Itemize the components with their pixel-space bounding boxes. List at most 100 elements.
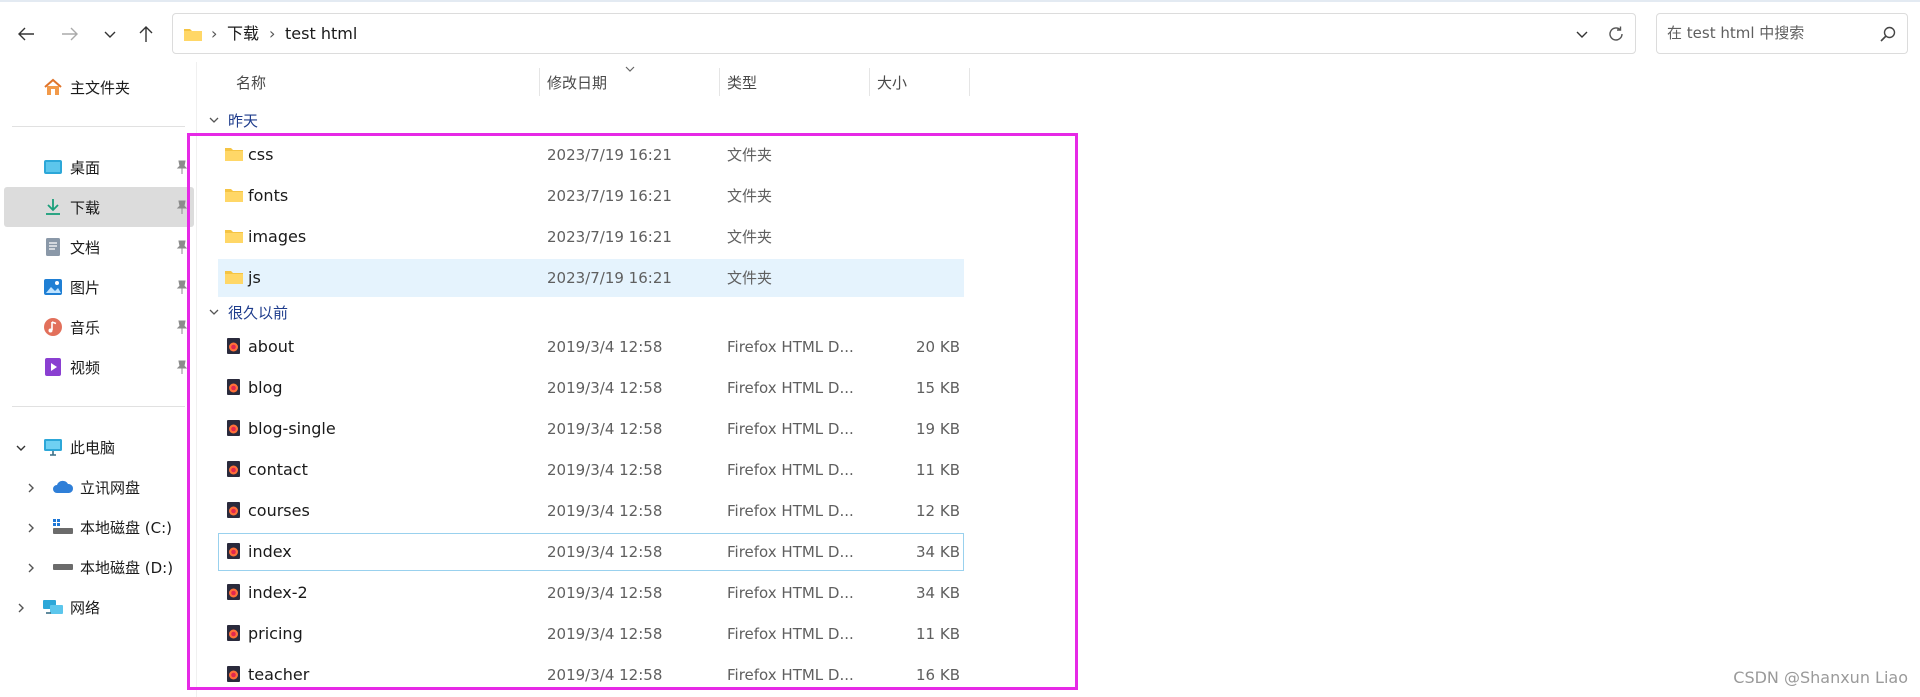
column-divider[interactable] [869, 68, 870, 96]
up-button[interactable] [132, 20, 160, 48]
file-row[interactable]: about 2019/3/4 12:58 Firefox HTML D... 2… [218, 328, 964, 366]
sidebar-item-music[interactable]: 音乐 [42, 309, 100, 345]
file-row[interactable]: courses 2019/3/4 12:58 Firefox HTML D...… [218, 492, 964, 530]
file-date: 2019/3/4 12:58 [547, 666, 663, 684]
forward-button[interactable] [56, 20, 84, 48]
file-row[interactable]: pricing 2019/3/4 12:58 Firefox HTML D...… [218, 615, 964, 653]
sidebar-item-drive-d[interactable]: 本地磁盘 (D:) [52, 549, 173, 585]
sidebar-item-label: 桌面 [70, 158, 101, 177]
sidebar-item-pictures[interactable]: 图片 [42, 269, 100, 305]
sidebar-item-desktop[interactable]: 桌面 [42, 149, 100, 185]
file-row-hovered[interactable]: js 2023/7/19 16:21 文件夹 [218, 259, 964, 297]
file-row[interactable]: teacher 2019/3/4 12:58 Firefox HTML D...… [218, 656, 964, 694]
sidebar-item-label: 文档 [70, 238, 101, 257]
firefox-html-icon [227, 625, 240, 641]
window-top-edge [0, 0, 1920, 2]
network-icon [42, 596, 64, 618]
file-name: blog [248, 378, 283, 397]
refresh-button[interactable] [1601, 14, 1631, 53]
chevron-right-icon[interactable] [14, 601, 28, 615]
pin-icon[interactable] [176, 160, 188, 174]
folder-icon [183, 14, 203, 53]
file-date: 2023/7/19 16:21 [547, 228, 672, 246]
firefox-html-icon [227, 338, 240, 354]
file-row[interactable]: blog 2019/3/4 12:58 Firefox HTML D... 15… [218, 369, 964, 407]
column-header-size[interactable]: 大小 [877, 68, 907, 98]
breadcrumb-separator: › [211, 24, 218, 43]
pin-icon[interactable] [176, 360, 188, 374]
chevron-right-icon[interactable] [24, 561, 38, 575]
sidebar-item-videos[interactable]: 视频 [42, 349, 100, 385]
back-arrow-icon [18, 27, 34, 41]
sidebar-item-downloads[interactable]: 下载 [42, 189, 100, 225]
column-divider[interactable] [719, 68, 720, 96]
sidebar-item-network[interactable]: 网络 [42, 589, 100, 625]
file-type: 文件夹 [727, 269, 773, 287]
file-name: contact [248, 460, 308, 479]
column-header-type[interactable]: 类型 [727, 68, 757, 98]
file-type: Firefox HTML D... [727, 625, 854, 643]
back-button[interactable] [12, 20, 40, 48]
file-name: pricing [248, 624, 303, 643]
sidebar-item-this-pc[interactable]: 此电脑 [42, 429, 115, 465]
pin-icon[interactable] [176, 280, 188, 294]
file-size: 20 KB [916, 338, 960, 356]
file-date: 2023/7/19 16:21 [547, 269, 672, 287]
sidebar-item-home[interactable]: 主文件夹 [42, 69, 130, 105]
group-label: 昨天 [228, 111, 259, 130]
file-row[interactable]: blog-single 2019/3/4 12:58 Firefox HTML … [218, 410, 964, 448]
sidebar-item-label: 网络 [70, 598, 101, 617]
folder-icon [225, 271, 243, 284]
file-row[interactable]: images 2023/7/19 16:21 文件夹 [218, 218, 964, 256]
sidebar-item-drive-c[interactable]: 本地磁盘 (C:) [52, 509, 172, 545]
file-date: 2019/3/4 12:58 [547, 625, 663, 643]
group-header-yesterday[interactable]: 昨天 [208, 108, 258, 132]
sidebar-item-cloud-drive[interactable]: 立讯网盘 [52, 469, 140, 505]
search-input[interactable]: 在 test html 中搜索 [1667, 14, 1804, 53]
cloud-icon [52, 476, 74, 498]
firefox-html-icon [227, 502, 240, 518]
file-name: js [248, 268, 261, 287]
file-row[interactable]: css 2023/7/19 16:21 文件夹 [218, 136, 964, 174]
recent-locations-button[interactable] [96, 20, 124, 48]
file-row-focused[interactable]: index 2019/3/4 12:58 Firefox HTML D... 3… [218, 533, 964, 571]
column-divider[interactable] [969, 68, 970, 96]
file-size: 12 KB [916, 502, 960, 520]
column-header-modified[interactable]: 修改日期 [547, 68, 607, 98]
file-row[interactable]: contact 2019/3/4 12:58 Firefox HTML D...… [218, 451, 964, 489]
file-size: 16 KB [916, 666, 960, 684]
home-icon [42, 76, 64, 98]
file-name: css [248, 145, 274, 164]
column-divider[interactable] [539, 68, 540, 96]
chevron-down-icon[interactable] [14, 441, 28, 455]
chevron-right-icon[interactable] [24, 481, 38, 495]
pin-icon[interactable] [176, 200, 188, 214]
file-date: 2019/3/4 12:58 [547, 420, 663, 438]
pin-icon[interactable] [176, 320, 188, 334]
search-box[interactable]: 在 test html 中搜索 [1656, 13, 1908, 54]
file-date: 2019/3/4 12:58 [547, 461, 663, 479]
file-type: Firefox HTML D... [727, 420, 854, 438]
file-row[interactable]: fonts 2023/7/19 16:21 文件夹 [218, 177, 964, 215]
sidebar-item-label: 主文件夹 [70, 78, 131, 97]
sidebar-divider [12, 406, 185, 407]
computer-icon [42, 436, 64, 458]
folder-icon [225, 189, 243, 202]
address-dropdown-button[interactable] [1569, 14, 1595, 53]
sort-descending-icon [625, 66, 635, 72]
sidebar-item-documents[interactable]: 文档 [42, 229, 100, 265]
file-name: fonts [248, 186, 289, 205]
file-row[interactable]: index-2 2019/3/4 12:58 Firefox HTML D...… [218, 574, 964, 612]
breadcrumb-item-downloads[interactable]: 下载 [227, 14, 259, 53]
file-type: Firefox HTML D... [727, 379, 854, 397]
column-header-name[interactable]: 名称 [236, 68, 266, 98]
breadcrumb-item-test-html[interactable]: test html [285, 14, 357, 53]
firefox-html-icon [227, 584, 240, 600]
file-size: 19 KB [916, 420, 960, 438]
pin-icon[interactable] [176, 240, 188, 254]
address-bar[interactable]: › 下载 › test html [172, 13, 1636, 54]
group-header-long-ago[interactable]: 很久以前 [208, 300, 288, 324]
search-icon[interactable] [1879, 25, 1897, 43]
chevron-right-icon[interactable] [24, 521, 38, 535]
sidebar-item-label: 立讯网盘 [80, 478, 141, 497]
